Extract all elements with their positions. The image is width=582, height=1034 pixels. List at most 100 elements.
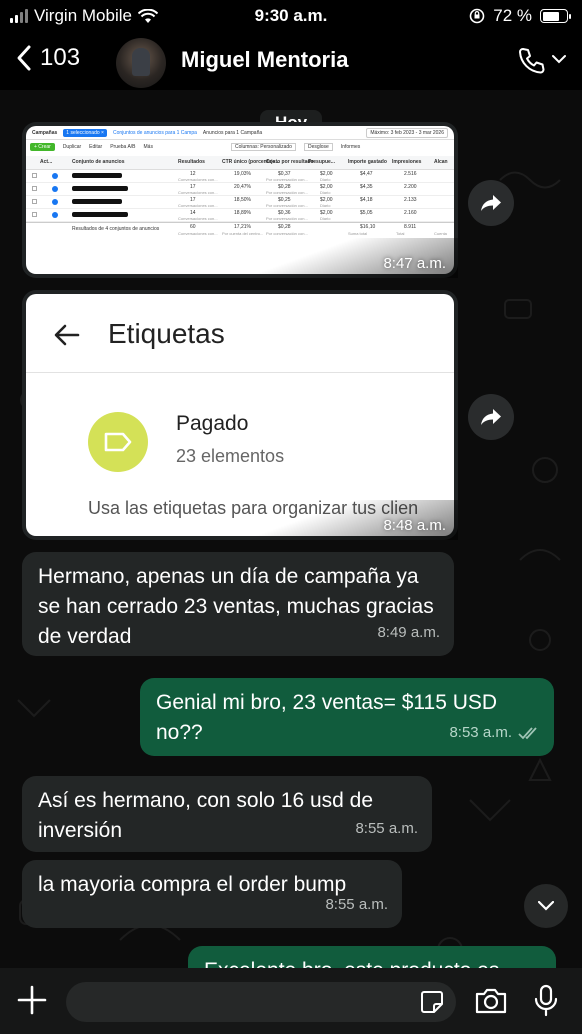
message-time: 8:49 a.m. [377, 624, 440, 641]
incoming-message[interactable]: la mayoria compra el order bump 8:55 a.m… [22, 860, 402, 928]
ads-column-header: Impresiones [392, 159, 422, 165]
ads-total-spent: $16,10 [360, 224, 376, 230]
ads-column-header: Act... [40, 159, 53, 165]
ads-cell-impressions: 2.133 [404, 197, 417, 203]
ads-table-row: 17 20,47% $0,28 $2,00 $4,35 2.200 Conversacion… [26, 183, 454, 196]
ads-cell-spent: $4,47 [360, 171, 373, 177]
chevron-down-icon [538, 901, 554, 911]
status-bar: Virgin Mobile 9:30 a.m. 72 % [0, 0, 582, 34]
ads-table-row: 17 18,50% $0,25 $2,00 $4,18 2.133 Conversacion… [26, 196, 454, 209]
ads-cell-sub: Conversaciones con... [178, 216, 218, 221]
row-checkbox [32, 212, 37, 217]
back-button[interactable]: 103 [16, 44, 80, 72]
incoming-message[interactable]: Hermano, apenas un día de campaña ya se … [22, 552, 454, 656]
row-checkbox [32, 186, 37, 191]
ads-cell-impressions: 2.200 [404, 184, 417, 190]
ads-tab: Anuncios para 1 Campaña [202, 129, 263, 136]
ads-toolbar-item: Duplicar [62, 144, 82, 150]
outgoing-message[interactable]: Genial mi bro, 23 ventas= $115 USD no?? … [140, 678, 554, 756]
message-time: 8:53 a.m. [449, 724, 512, 741]
forward-button[interactable] [468, 394, 514, 440]
forward-icon [481, 409, 501, 425]
camera-icon[interactable] [474, 987, 508, 1015]
chevron-down-icon[interactable] [552, 54, 566, 64]
status-toggle [52, 173, 58, 179]
ads-total-row: Resultados de 4 conjuntos de anuncios 60 1… [26, 222, 454, 238]
ads-total-impressions: 8.911 [404, 224, 417, 230]
lock-rotation-icon [469, 8, 485, 24]
ads-tab: 1 seleccionado × [63, 128, 107, 137]
ads-column-header: Costo por resultado [266, 159, 314, 165]
ads-column-header: Alcan [434, 159, 448, 165]
ads-total-label: Resultados de 4 conjuntos de anuncios [72, 226, 160, 232]
ads-total-sub: Conversaciones con... [178, 231, 218, 236]
redacted-name [72, 212, 128, 217]
ads-total-sub: Por cuenta del centro... [222, 231, 264, 236]
ads-total-cost: $0,28 [278, 224, 291, 230]
message-input-bar [0, 968, 582, 1034]
ads-total-results: 60 [190, 224, 196, 230]
label-count: 23 elementos [176, 446, 285, 466]
ads-cell-impressions: 2.516 [404, 171, 417, 177]
ads-toolbar-item: Desglose [303, 143, 333, 151]
ads-toolbar-item: Prueba A/B [110, 144, 136, 150]
unread-count: 103 [40, 44, 81, 71]
ads-create-button: + Crear [30, 143, 55, 151]
ads-cell-spent: $4,35 [360, 184, 373, 190]
sticker-icon[interactable] [420, 990, 444, 1014]
contact-name[interactable]: Miguel Mentoria [181, 47, 348, 73]
avatar[interactable] [116, 38, 166, 88]
arrow-left-icon [54, 324, 80, 346]
image-message-ads[interactable]: Campañas 1 seleccionado × Conjuntos de a… [22, 122, 458, 278]
incoming-message[interactable]: Así es hermano, con solo 16 usd de inver… [22, 776, 432, 852]
double-check-icon [518, 727, 537, 740]
ads-total-sub: Por conversación con... [266, 231, 308, 236]
forward-button[interactable] [468, 180, 514, 226]
message-time: 8:55 a.m. [355, 820, 418, 837]
ads-toolbar-item: Editar [89, 144, 103, 150]
ads-tab: Campañas [32, 129, 58, 136]
battery-percent: 72 % [493, 6, 532, 25]
scroll-to-bottom-button[interactable] [524, 884, 568, 928]
ads-cell-ctr: 18,50% [234, 197, 251, 203]
status-toggle [52, 199, 58, 205]
ads-cell-impressions: 2.160 [404, 210, 417, 216]
mic-icon[interactable] [534, 984, 558, 1018]
ads-table-row: 14 18,89% $0,36 $2,00 $5,05 2.160 Conversacion… [26, 209, 454, 222]
ads-date-range: Máximo: 3 feb 2023 - 3 mar 2026 [366, 127, 448, 138]
message-input[interactable] [66, 982, 456, 1022]
ads-cell-ctr: 18,89% [234, 210, 251, 216]
message-time: 8:47 a.m. [383, 255, 446, 272]
label-icon [88, 412, 148, 472]
battery-icon [540, 9, 571, 23]
ads-cell-ctr: 20,47% [234, 184, 251, 190]
ads-total-sub: Cuenta [434, 231, 447, 236]
labels-title: Etiquetas [108, 318, 225, 349]
ads-total-sub: Total [396, 231, 405, 236]
ads-cell-sub: Por conversación con... [266, 177, 308, 182]
forward-icon [481, 195, 501, 211]
back-chevron-icon [17, 45, 31, 71]
ads-cell-sub: Diario [320, 216, 331, 221]
ads-cell-sub: Conversaciones con... [178, 203, 218, 208]
row-checkbox [32, 199, 37, 204]
ads-column-header: Conjunto de anuncios [72, 159, 125, 165]
ads-table-header: Act... Conjunto de anuncios Resultados CTR … [26, 156, 454, 170]
redacted-name [72, 173, 122, 178]
message-time: 8:55 a.m. [325, 896, 388, 913]
ads-cell-ctr: 19,03% [234, 171, 251, 177]
redacted-name [72, 186, 128, 191]
row-checkbox [32, 173, 37, 178]
phone-icon[interactable] [516, 46, 546, 76]
ads-cell-sub: Conversaciones con... [178, 190, 218, 195]
ads-cell-sub: Por conversación con... [266, 216, 308, 221]
ads-table-row: 12 19,03% $0,37 $2,00 $4,47 2.516 Conversacion… [26, 170, 454, 183]
image-message-labels[interactable]: Etiquetas Pagado 23 elementos Usa las et… [22, 290, 458, 540]
ads-toolbar-item: Columnas: Personalizado [230, 143, 296, 151]
ads-cell-sub: Por conversación con... [266, 190, 308, 195]
ads-total-sub: Suma total [348, 231, 368, 236]
ads-toolbar-item: Informes [340, 144, 361, 150]
ads-cell-sub: Diario [320, 203, 331, 208]
plus-icon[interactable] [14, 982, 50, 1018]
ads-cell-sub: Por conversación con... [266, 203, 308, 208]
